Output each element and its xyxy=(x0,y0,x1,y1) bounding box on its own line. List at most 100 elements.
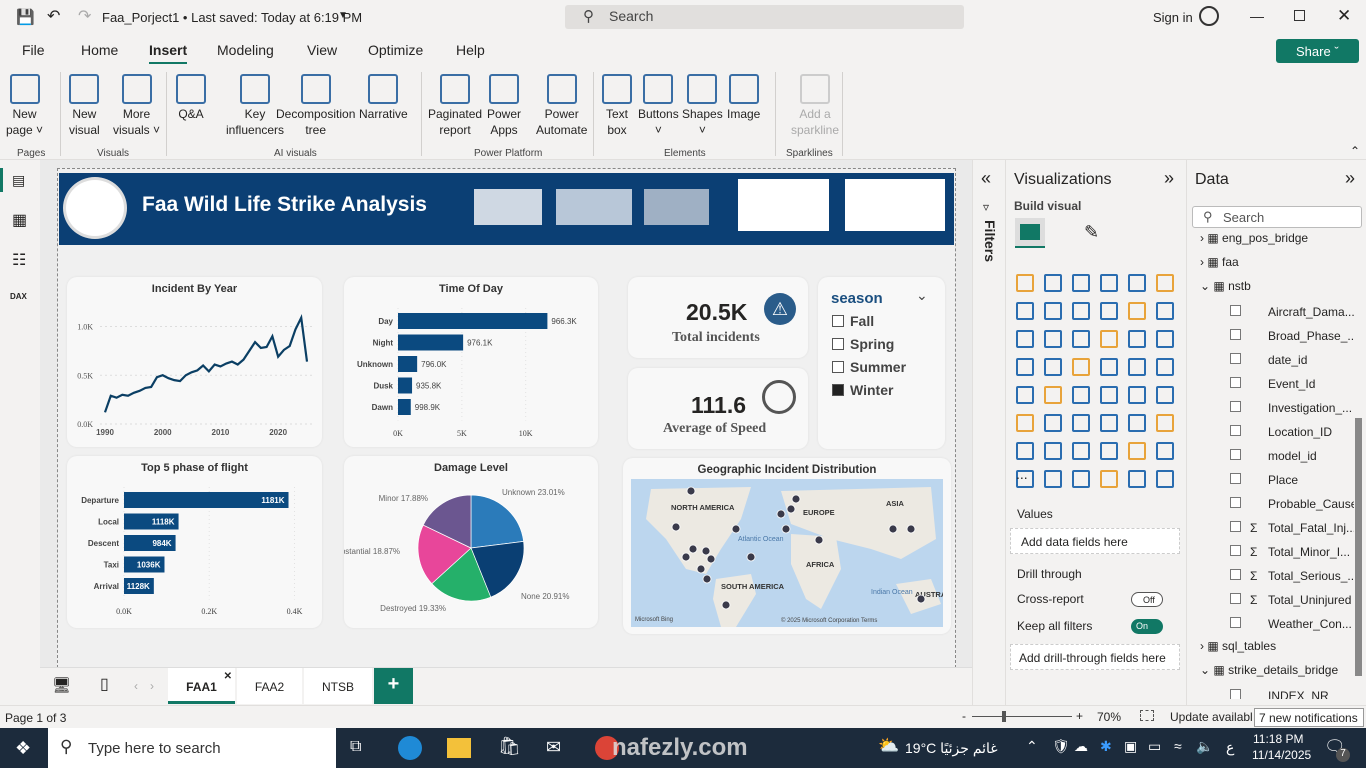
undo-icon[interactable]: ↶ xyxy=(47,6,60,26)
clock-time[interactable]: 11:18 PM xyxy=(1253,732,1303,746)
collapse-icon[interactable]: » xyxy=(1345,168,1355,189)
field-item[interactable]: Probable_Cause xyxy=(1230,497,1354,515)
visual-type-icon[interactable] xyxy=(1044,386,1062,404)
field-item[interactable]: Σ Total_Serious_... xyxy=(1230,569,1354,587)
ribbon-button[interactable]: Power Apps xyxy=(487,74,521,138)
format-visual-icon[interactable]: ✎ xyxy=(1084,222,1099,243)
drill-through-drop-zone[interactable]: Add drill-through fields here xyxy=(1010,644,1180,670)
visual-type-icon[interactable] xyxy=(1128,358,1146,376)
menu-file[interactable]: File xyxy=(22,42,45,58)
visual-type-icon[interactable] xyxy=(1072,302,1090,320)
phase-of-flight-card[interactable]: Top 5 phase of flight 0.0K 0.2K 0.4K Depart… xyxy=(67,456,322,628)
zoom-out-button[interactable]: - xyxy=(962,709,966,723)
page-tab-faa2[interactable]: FAA2 xyxy=(237,668,302,704)
visual-type-icon[interactable] xyxy=(1044,442,1062,460)
visual-type-icon[interactable] xyxy=(1128,302,1146,320)
field-item[interactable]: Σ Total_Uninjured xyxy=(1230,593,1354,611)
visual-type-icon[interactable] xyxy=(1044,470,1062,488)
visual-type-icon[interactable] xyxy=(1128,386,1146,404)
table-node[interactable]: › ▦ faa xyxy=(1200,255,1239,269)
checkbox[interactable] xyxy=(1230,401,1241,412)
save-icon[interactable]: 💾 xyxy=(16,8,35,26)
visual-type-icon[interactable] xyxy=(1072,442,1090,460)
field-item[interactable]: Aircraft_Dama... xyxy=(1230,305,1354,323)
season-slicer[interactable]: season ⌄ Fall Spring Summer Winter xyxy=(818,277,945,449)
minimize-button[interactable]: — xyxy=(1250,8,1264,24)
chevron-down-icon[interactable]: ⌄ xyxy=(1200,279,1210,293)
table-node[interactable]: ⌄ ▦ strike_details_bridge xyxy=(1200,663,1338,677)
ribbon-button[interactable]: New visual xyxy=(69,74,100,138)
checkbox[interactable] xyxy=(832,338,844,350)
field-item[interactable]: Σ Total_Minor_I... xyxy=(1230,545,1354,563)
ribbon-button[interactable]: Narrative xyxy=(359,74,408,122)
checkbox[interactable] xyxy=(832,315,844,327)
visual-type-icon[interactable] xyxy=(1044,274,1062,292)
visual-type-icon[interactable] xyxy=(1016,302,1034,320)
visual-type-icon[interactable] xyxy=(1044,330,1062,348)
visual-type-icon[interactable] xyxy=(1128,414,1146,432)
visual-type-icon[interactable] xyxy=(1156,386,1174,404)
checkbox[interactable] xyxy=(1230,545,1241,556)
checkbox[interactable] xyxy=(1230,425,1241,436)
collapse-icon[interactable]: » xyxy=(1164,168,1174,189)
zoom-slider[interactable] xyxy=(972,711,1072,722)
field-item[interactable]: Σ Total_Fatal_Inj... xyxy=(1230,521,1354,539)
visual-type-icon[interactable] xyxy=(1100,470,1118,488)
field-item[interactable]: date_id xyxy=(1230,353,1354,371)
time-of-day-card[interactable]: Time Of Day 0K 5K 10K Day 966.3K Night 976.1K U… xyxy=(344,277,598,447)
damage-level-card[interactable]: Damage Level Unknown 23.01% None 20.91% De… xyxy=(344,456,598,628)
fit-to-page-icon[interactable] xyxy=(1140,710,1154,721)
ribbon-button[interactable]: Add a sparkline xyxy=(791,74,839,138)
visual-type-icon[interactable] xyxy=(1072,358,1090,376)
checkbox[interactable] xyxy=(1230,449,1241,460)
visual-type-icon[interactable] xyxy=(1016,330,1034,348)
field-item[interactable]: Broad_Phase_... xyxy=(1230,329,1354,347)
camera-icon[interactable]: ▣ xyxy=(1124,738,1137,755)
visual-type-icon[interactable] xyxy=(1016,386,1034,404)
volume-icon[interactable]: 🔈 xyxy=(1196,738,1213,755)
data-search-input[interactable]: ⚲ Search xyxy=(1192,206,1362,228)
ribbon-button[interactable]: Text box xyxy=(602,74,632,138)
field-item[interactable]: Event_Id xyxy=(1230,377,1354,395)
checkbox[interactable] xyxy=(1230,617,1241,628)
visual-type-icon[interactable] xyxy=(1156,442,1174,460)
menu-home[interactable]: Home xyxy=(81,42,118,58)
mail-icon[interactable]: ✉ xyxy=(546,737,561,758)
chevron-down-icon[interactable]: ⌄ xyxy=(1200,663,1210,677)
field-item[interactable]: Location_ID xyxy=(1230,425,1354,443)
menu-insert[interactable]: Insert xyxy=(149,42,188,65)
incident-by-year-card[interactable]: Incident By Year 0.0K 0.5K 1.0K 1990 2000 201… xyxy=(67,277,322,447)
visual-type-icon[interactable] xyxy=(1072,470,1090,488)
visual-type-icon[interactable] xyxy=(1100,442,1118,460)
visual-type-icon[interactable] xyxy=(1016,274,1034,292)
desktop-layout-icon[interactable]: 🖥 xyxy=(52,676,71,694)
visual-type-icon[interactable] xyxy=(1156,302,1174,320)
visual-type-icon[interactable] xyxy=(1100,358,1118,376)
weather-icon[interactable]: ⛅ xyxy=(878,736,899,756)
checkbox[interactable] xyxy=(1230,329,1241,340)
redo-icon[interactable]: ↷ xyxy=(78,6,91,26)
chevron-right-icon[interactable]: › xyxy=(1200,231,1204,245)
share-button[interactable]: Share ˇ xyxy=(1276,39,1359,63)
checkbox[interactable] xyxy=(832,384,844,396)
model-view-icon[interactable]: ☷ xyxy=(12,250,26,270)
restore-button[interactable] xyxy=(1294,10,1305,21)
visual-type-icon[interactable] xyxy=(1128,274,1146,292)
filters-pane-collapsed[interactable]: « ▿ Filters xyxy=(972,160,1005,705)
checkbox[interactable] xyxy=(1230,377,1241,388)
visual-type-icon[interactable] xyxy=(1128,330,1146,348)
keep-filters-toggle[interactable]: On xyxy=(1131,619,1163,634)
checkbox[interactable] xyxy=(1230,521,1241,532)
zoom-slider-thumb[interactable] xyxy=(1002,711,1006,722)
map-card[interactable]: Geographic Incident Distribution NORTH A… xyxy=(623,458,951,634)
ribbon-button[interactable]: New page ˅ xyxy=(6,74,43,138)
chevron-right-icon[interactable]: › xyxy=(1200,255,1204,269)
table-view-icon[interactable]: ▦ xyxy=(12,210,27,230)
ribbon-button[interactable]: Q&A xyxy=(176,74,206,122)
expand-icon[interactable]: « xyxy=(981,168,991,189)
language-indicator[interactable]: ع xyxy=(1226,739,1234,756)
onedrive-icon[interactable]: ☁ xyxy=(1074,738,1088,755)
slicer-option[interactable]: Winter xyxy=(832,382,893,398)
visual-type-icon[interactable] xyxy=(1128,442,1146,460)
visual-type-icon[interactable] xyxy=(1072,386,1090,404)
